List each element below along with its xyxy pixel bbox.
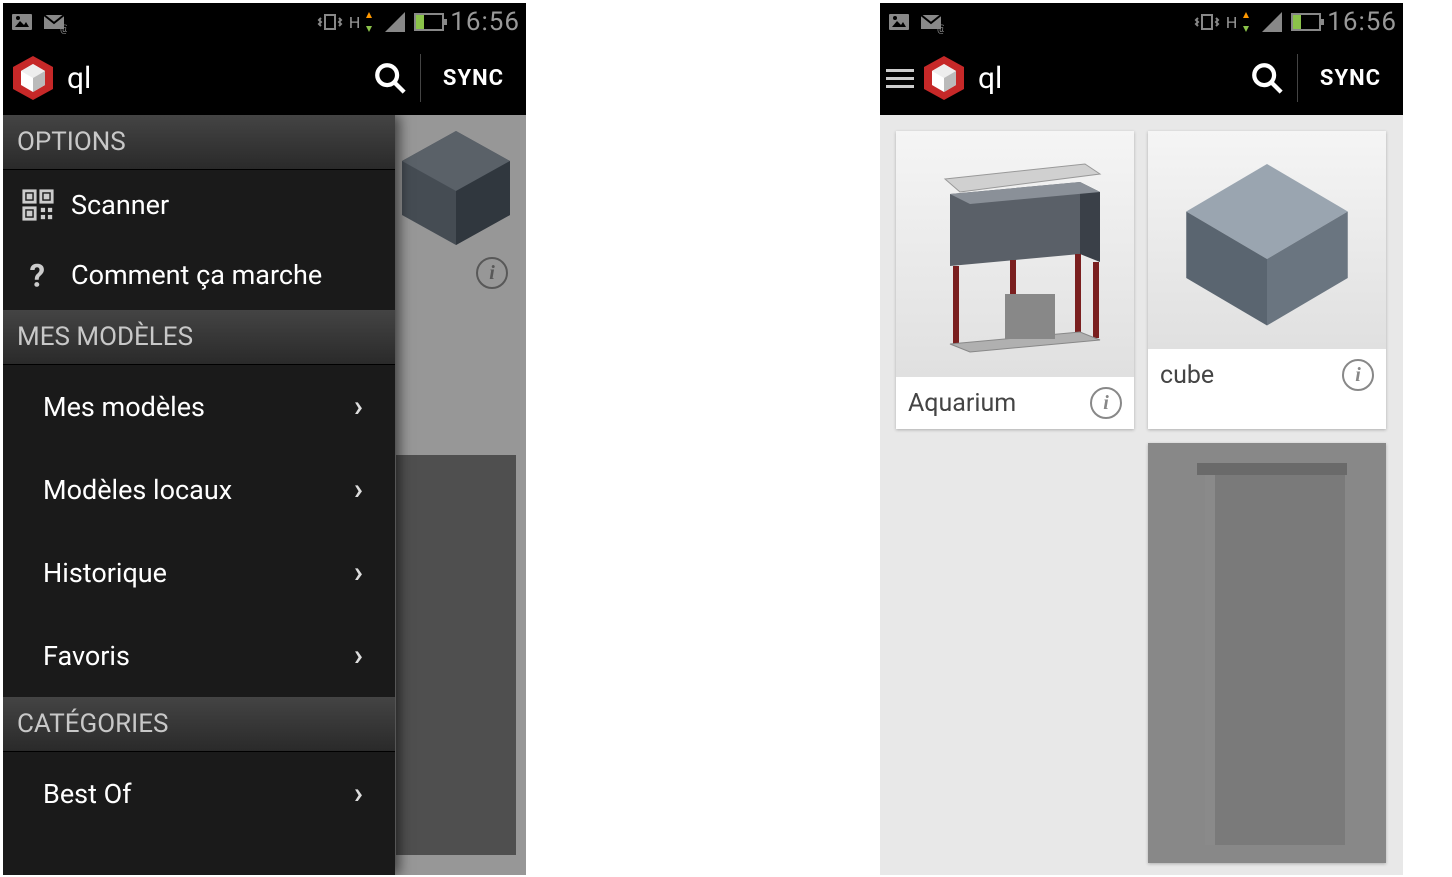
drawer-item-label: Modèles locaux	[43, 474, 354, 506]
signal-icon	[1259, 10, 1285, 34]
mail-icon: @	[918, 10, 944, 34]
svg-text:@: @	[937, 24, 944, 34]
chevron-right-icon: ›	[354, 389, 363, 424]
svg-text:@: @	[60, 24, 67, 34]
drawer-item-label: Favoris	[43, 640, 354, 672]
menu-button[interactable]	[886, 69, 914, 88]
picture-icon	[886, 10, 912, 34]
drawer-section-options: OPTIONS	[3, 115, 395, 170]
drawer-section-models: MES MODÈLES	[3, 310, 395, 365]
data-arrows-icon	[1243, 12, 1253, 32]
vibrate-icon	[1194, 10, 1220, 34]
app-title: ql	[978, 61, 1237, 96]
cube-thumb-icon	[1172, 145, 1362, 335]
search-icon	[373, 61, 407, 95]
search-button[interactable]	[360, 41, 420, 115]
sync-button[interactable]: SYNC	[421, 66, 526, 91]
drawer-item-bestof[interactable]: Best Of ›	[3, 752, 395, 835]
status-bar: @ H 16:56	[3, 3, 526, 41]
aquarium-thumb-icon	[915, 144, 1115, 364]
drawer-item-my-models[interactable]: Mes modèles ›	[3, 365, 395, 448]
app-logo-icon[interactable]	[920, 54, 968, 102]
chevron-right-icon: ›	[354, 638, 363, 673]
app-bar: ql SYNC	[3, 41, 526, 115]
status-bar: @ H 16:56	[880, 3, 1403, 41]
signal-icon	[382, 10, 408, 34]
phone-screenshot-drawer: @ H 16:56 ql SYNC i	[3, 3, 526, 875]
svg-text:?: ?	[30, 258, 46, 292]
panel-thumb-icon	[1167, 453, 1367, 853]
phone-screenshot-grid: @ H 16:56 ql SYNC	[880, 3, 1403, 875]
vibrate-icon	[317, 10, 343, 34]
drawer-item-label: Mes modèles	[43, 391, 354, 423]
chevron-right-icon: ›	[354, 776, 363, 811]
sync-button[interactable]: SYNC	[1298, 66, 1403, 91]
app-logo-icon[interactable]	[9, 54, 57, 102]
data-arrows-icon	[366, 12, 376, 32]
search-button[interactable]	[1237, 41, 1297, 115]
mail-icon: @	[41, 10, 67, 34]
model-grid: Aquarium i cube i	[880, 115, 1403, 875]
search-icon	[1250, 61, 1284, 95]
chevron-right-icon: ›	[354, 555, 363, 590]
drawer-item-history[interactable]: Historique ›	[3, 531, 395, 614]
drawer-item-label: Scanner	[71, 189, 381, 221]
info-button[interactable]: i	[1342, 359, 1374, 391]
drawer-item-how-it-works[interactable]: ? Comment ça marche	[3, 240, 395, 310]
qrcode-icon	[17, 188, 59, 222]
chevron-right-icon: ›	[354, 472, 363, 507]
model-card-aquarium[interactable]: Aquarium i	[896, 131, 1134, 429]
drawer-section-categories: CATÉGORIES	[3, 697, 395, 752]
app-title: ql	[67, 61, 360, 96]
drawer-item-label: Historique	[43, 557, 354, 589]
battery-icon	[414, 13, 444, 31]
drawer-item-favorites[interactable]: Favoris ›	[3, 614, 395, 697]
info-button[interactable]: i	[1090, 387, 1122, 419]
status-time: 16:56	[1327, 7, 1397, 37]
nav-drawer: OPTIONS Scanner ? Comment ça marche MES …	[3, 115, 395, 875]
drawer-item-label: Comment ça marche	[71, 259, 381, 291]
network-type: H	[349, 13, 360, 32]
drawer-item-local-models[interactable]: Modèles locaux ›	[3, 448, 395, 531]
picture-icon	[9, 10, 35, 34]
drawer-item-scanner[interactable]: Scanner	[3, 170, 395, 240]
battery-icon	[1291, 13, 1321, 31]
question-icon: ?	[17, 258, 59, 292]
model-card-cube[interactable]: cube i	[1148, 131, 1386, 429]
drawer-item-label: Best Of	[43, 778, 354, 810]
status-time: 16:56	[450, 7, 520, 37]
network-type: H	[1226, 13, 1237, 32]
model-card-partial[interactable]	[1148, 443, 1386, 863]
card-title: Aquarium	[908, 389, 1082, 418]
app-bar: ql SYNC	[880, 41, 1403, 115]
card-title: cube	[1160, 361, 1334, 390]
